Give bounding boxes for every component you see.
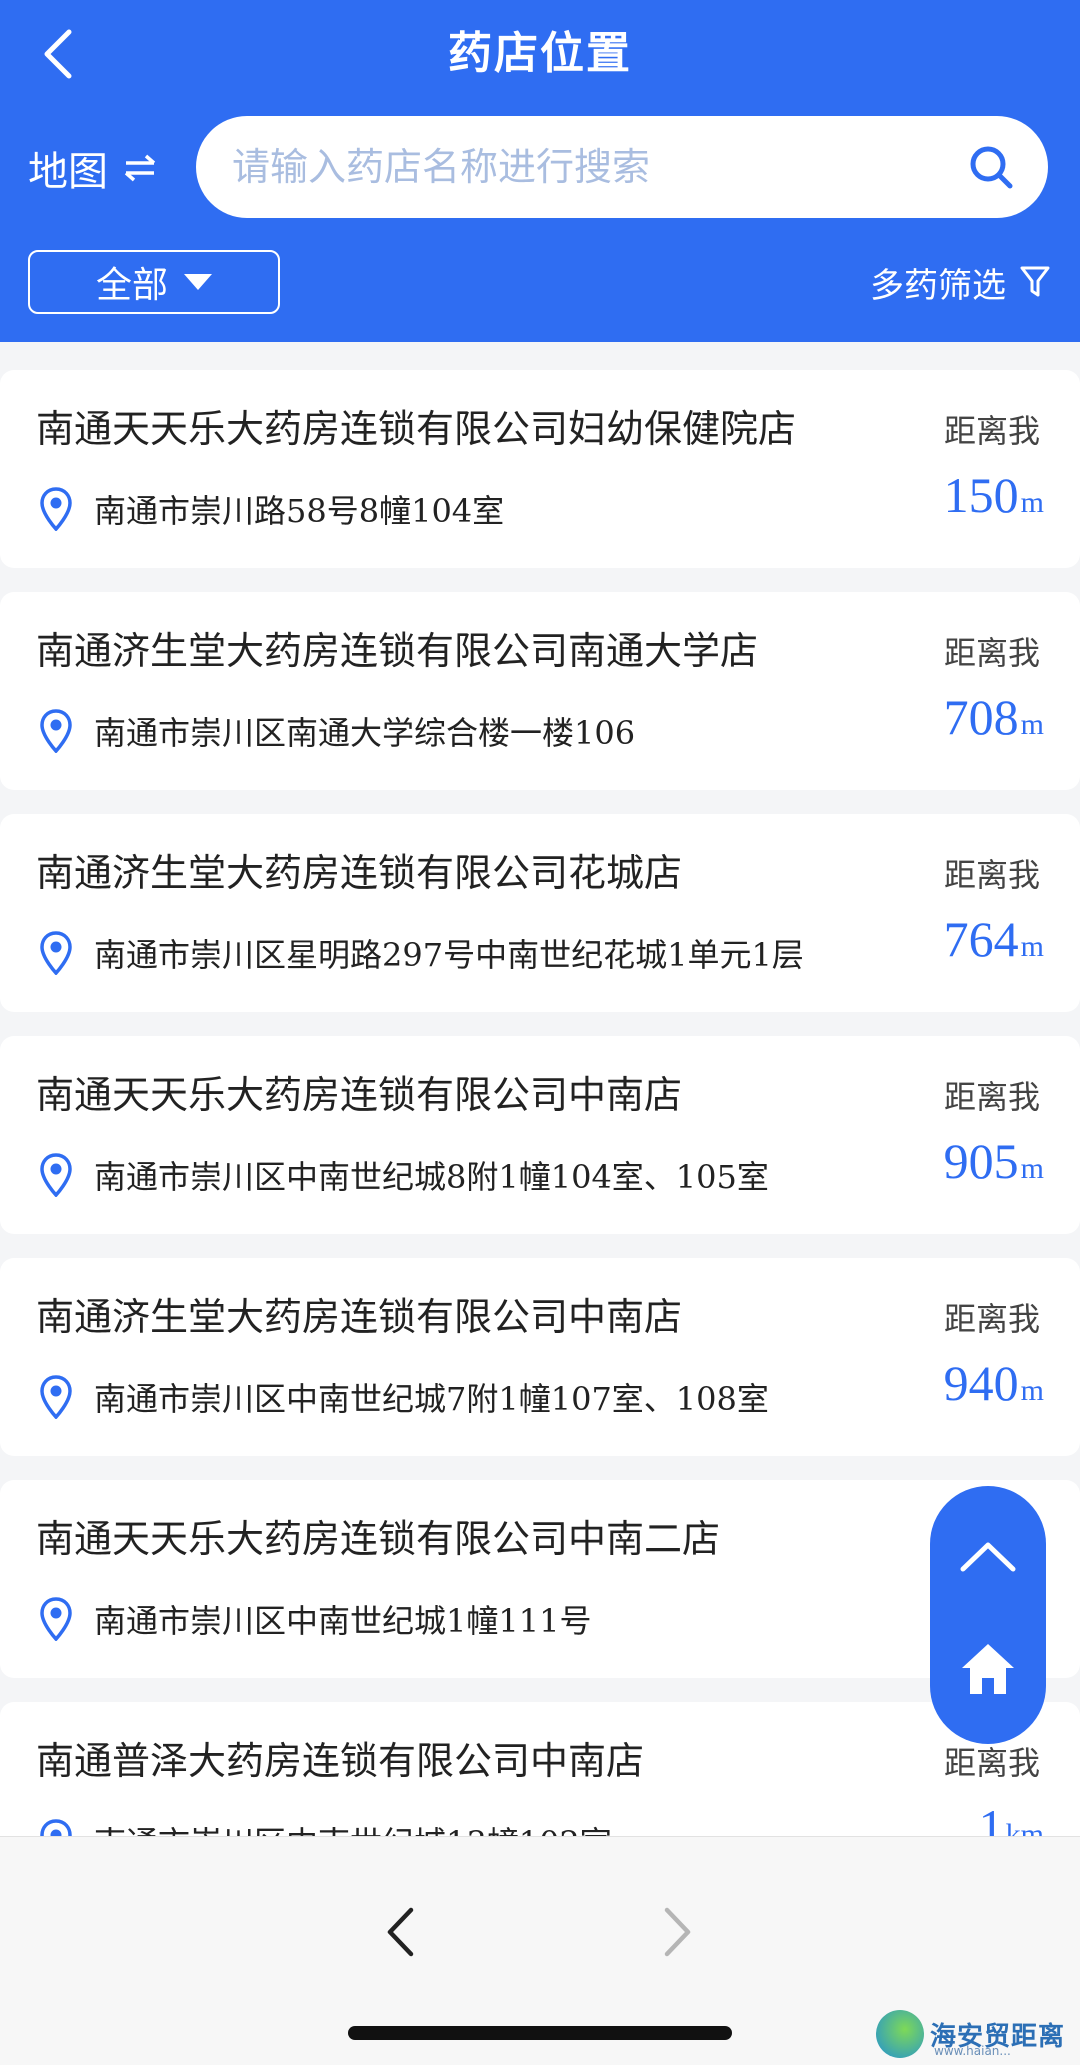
distance-value: 764m: [944, 910, 1044, 968]
chevron-right-icon: [664, 1907, 691, 1957]
browser-back-button[interactable]: [370, 1897, 430, 1967]
store-name: 南通济生堂大药房连锁有限公司南通大学店: [36, 629, 759, 673]
distance-number: 764: [943, 911, 1019, 967]
watermark: 海安贸距离 www.haian...: [876, 2010, 1065, 2058]
home-indicator[interactable]: [348, 2026, 732, 2040]
distance-value: 708m: [944, 688, 1044, 746]
address-row: 南通市崇川区中南世纪城1幢111号: [36, 1594, 591, 1644]
distance-unit: m: [1020, 708, 1044, 741]
location-pin-icon: [36, 1152, 76, 1198]
store-card[interactable]: 南通普泽大药房连锁有限公司中南店 南通市崇川区中南世纪城13幢102室 距离我 …: [0, 1702, 1080, 1836]
location-pin-icon: [36, 486, 76, 532]
store-address: 南通市崇川区中南世纪城1幢111号: [94, 1602, 592, 1640]
distance-label: 距离我: [943, 856, 1040, 894]
home-icon: [962, 1644, 1014, 1694]
location-pin-icon: [36, 708, 76, 754]
distance-value: 905m: [944, 1132, 1044, 1190]
location-pin-icon: [36, 1596, 76, 1642]
store-name: 南通济生堂大药房连锁有限公司花城店: [36, 851, 683, 895]
category-dropdown[interactable]: 全部: [28, 250, 280, 314]
multi-drug-filter-label: 多药筛选: [870, 265, 1006, 306]
address-row: 南通市崇川路58号8幢104室: [36, 484, 504, 534]
page-title: 药店位置: [448, 28, 632, 79]
distance-unit: m: [1020, 486, 1044, 519]
watermark-logo: [876, 2010, 924, 2058]
store-card[interactable]: 南通天天乐大药房连锁有限公司中南二店 南通市崇川区中南世纪城1幢111号: [0, 1480, 1080, 1678]
distance-label: 距离我: [943, 1300, 1040, 1338]
store-card[interactable]: 南通济生堂大药房连锁有限公司南通大学店 南通市崇川区南通大学综合楼一楼106 距…: [0, 592, 1080, 790]
category-dropdown-label: 全部: [95, 265, 168, 306]
distance-value: 940m: [944, 1354, 1044, 1412]
distance-value: 1km: [979, 1798, 1044, 1836]
store-address: 南通市崇川区南通大学综合楼一楼106: [94, 714, 636, 752]
search-box[interactable]: [196, 116, 1048, 218]
caret-down-icon: [184, 274, 212, 290]
map-toggle-label: 地图: [28, 149, 108, 195]
distance-unit: km: [1005, 1818, 1044, 1836]
funnel-icon: [1020, 266, 1050, 297]
address-row: 南通市崇川区中南世纪城13幢102室: [36, 1816, 612, 1836]
address-row: 南通市崇川区中南世纪城8附1幢104室、105室: [36, 1150, 769, 1200]
address-row: 南通市崇川区中南世纪城7附1幢107室、108室: [36, 1372, 769, 1422]
store-address: 南通市崇川区中南世纪城7附1幢107室、108室: [94, 1380, 769, 1418]
store-address: 南通市崇川区中南世纪城13幢102室: [94, 1818, 612, 1836]
store-name: 南通天天乐大药房连锁有限公司妇幼保健院店: [36, 407, 797, 451]
store-card[interactable]: 南通天天乐大药房连锁有限公司妇幼保健院店 南通市崇川路58号8幢104室 距离我…: [0, 370, 1080, 568]
search-input[interactable]: [232, 145, 966, 189]
distance-value: 150m: [944, 466, 1044, 524]
map-toggle-button[interactable]: 地图: [28, 136, 158, 200]
store-address: 南通市崇川区星明路297号中南世纪花城1单元1层: [94, 936, 804, 974]
multi-drug-filter-button[interactable]: 多药筛选: [870, 252, 1050, 312]
address-row: 南通市崇川区星明路297号中南世纪花城1单元1层: [36, 928, 804, 978]
header-bar: 药店位置 地图 全部 多药筛选: [0, 0, 1080, 342]
store-card[interactable]: 南通天天乐大药房连锁有限公司中南店 南通市崇川区中南世纪城8附1幢104室、10…: [0, 1036, 1080, 1234]
location-pin-icon: [36, 1818, 76, 1836]
distance-unit: m: [1020, 1374, 1044, 1407]
distance-unit: m: [1020, 930, 1044, 963]
location-pin-icon: [36, 1374, 76, 1420]
store-address: 南通市崇川区中南世纪城8附1幢104室、105室: [94, 1158, 769, 1196]
chevron-left-icon: [387, 1907, 414, 1957]
location-pin-icon: [36, 930, 76, 976]
watermark-url: www.haian...: [934, 2044, 1011, 2058]
distance-number: 940: [943, 1355, 1019, 1411]
distance-label: 距离我: [943, 1078, 1040, 1116]
distance-unit: m: [1020, 1152, 1044, 1185]
swap-arrows-icon: [124, 154, 156, 182]
store-address: 南通市崇川路58号8幢104室: [94, 492, 505, 530]
store-name: 南通天天乐大药房连锁有限公司中南二店: [36, 1517, 721, 1561]
distance-label: 距离我: [943, 634, 1040, 672]
search-icon[interactable]: [966, 142, 1016, 192]
home-button[interactable]: [930, 1634, 1046, 1704]
store-name: 南通天天乐大药房连锁有限公司中南店: [36, 1073, 683, 1117]
store-card[interactable]: 南通济生堂大药房连锁有限公司花城店 南通市崇川区星明路297号中南世纪花城1单元…: [0, 814, 1080, 1012]
distance-label: 距离我: [943, 1744, 1040, 1782]
address-row: 南通市崇川区南通大学综合楼一楼106: [36, 706, 635, 756]
store-name: 南通济生堂大药房连锁有限公司中南店: [36, 1295, 683, 1339]
floating-nav: [930, 1486, 1046, 1744]
distance-label: 距离我: [943, 412, 1040, 450]
distance-number: 905: [943, 1133, 1019, 1189]
browser-forward-button[interactable]: [648, 1897, 708, 1967]
scroll-top-button[interactable]: [930, 1526, 1046, 1586]
distance-number: 1: [978, 1799, 1004, 1836]
distance-number: 708: [943, 689, 1019, 745]
store-name: 南通普泽大药房连锁有限公司中南店: [36, 1739, 645, 1783]
chevron-up-icon: [960, 1542, 1016, 1572]
distance-number: 150: [943, 467, 1019, 523]
store-list: 南通天天乐大药房连锁有限公司妇幼保健院店 南通市崇川路58号8幢104室 距离我…: [0, 370, 1080, 1836]
store-card[interactable]: 南通济生堂大药房连锁有限公司中南店 南通市崇川区中南世纪城7附1幢107室、10…: [0, 1258, 1080, 1456]
